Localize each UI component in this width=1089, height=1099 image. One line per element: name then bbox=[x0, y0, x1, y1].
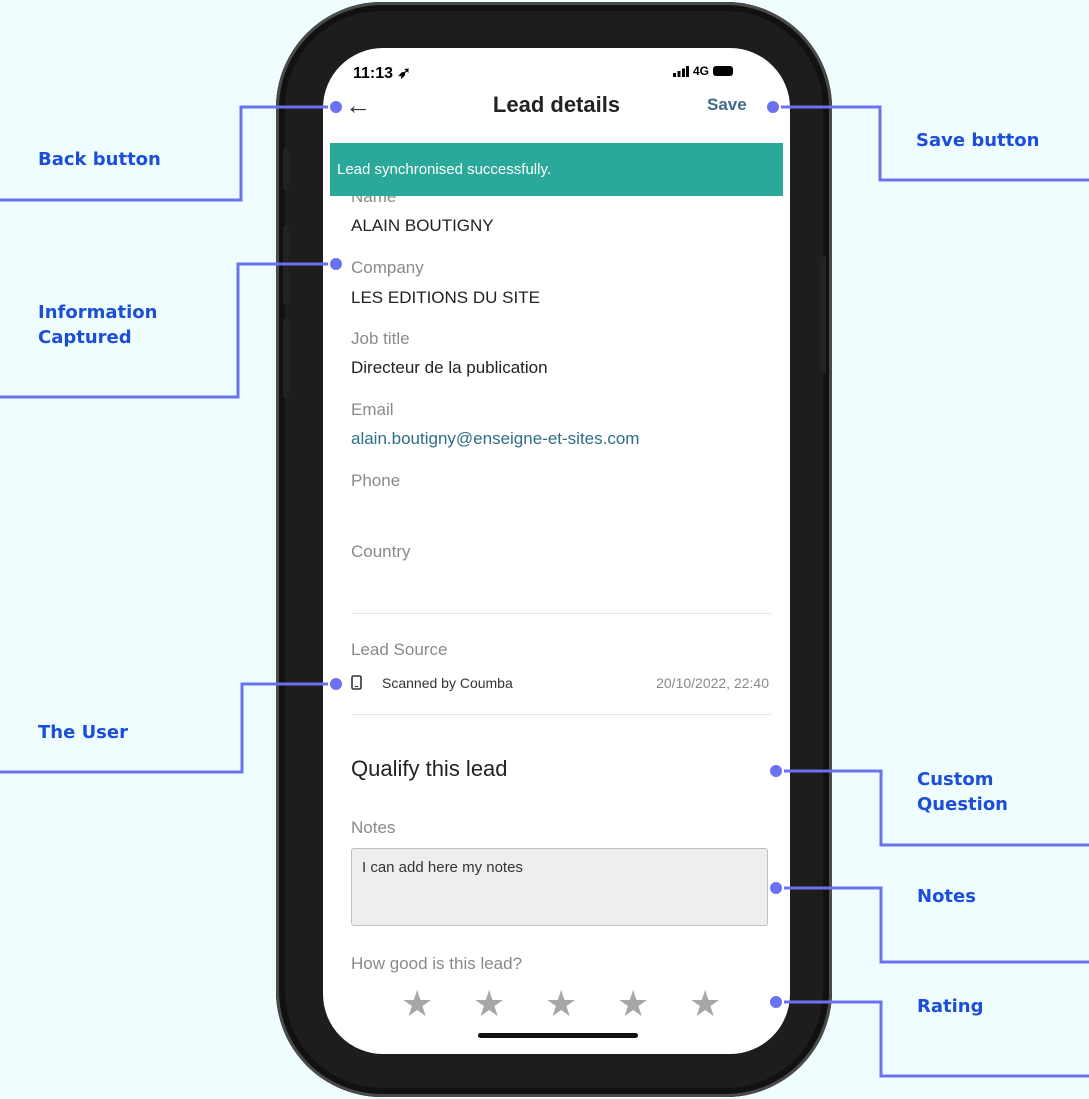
status-time: 11:13 ➶ bbox=[353, 65, 411, 82]
notes-label: Notes bbox=[351, 818, 396, 837]
field-country-label: Country bbox=[351, 542, 411, 561]
callout-save-button: Save button bbox=[916, 130, 1040, 151]
phone-side-button bbox=[283, 148, 289, 190]
field-company-label: Company bbox=[351, 258, 424, 277]
battery-icon bbox=[713, 66, 734, 76]
field-company-value: LES EDITIONS DU SITE bbox=[351, 288, 540, 307]
home-indicator bbox=[478, 1033, 638, 1038]
scanned-by-user: Scanned by Coumba bbox=[382, 675, 513, 691]
lead-source-timestamp: 20/10/2022, 22:40 bbox=[656, 675, 769, 691]
divider bbox=[351, 714, 771, 715]
callout-back-button: Back button bbox=[38, 149, 161, 170]
qualify-heading: Qualify this lead bbox=[351, 756, 508, 781]
field-email-label: Email bbox=[351, 400, 394, 419]
signal-icon bbox=[673, 65, 689, 77]
callout-notes: Notes bbox=[917, 886, 976, 907]
status-indicators: 4G bbox=[673, 64, 734, 78]
save-button[interactable]: Save bbox=[707, 95, 747, 115]
lead-source-label: Lead Source bbox=[351, 640, 448, 659]
star-icon[interactable]: ★ bbox=[473, 986, 505, 1022]
notes-textarea[interactable]: I can add here my notes bbox=[351, 848, 768, 926]
callout-the-user: The User bbox=[38, 722, 128, 743]
field-phone-label: Phone bbox=[351, 471, 401, 490]
sync-success-banner: Lead synchronised successfully. bbox=[330, 143, 783, 196]
callout-rating: Rating bbox=[917, 996, 984, 1017]
rating-label: How good is this lead? bbox=[351, 954, 523, 973]
phone-screen: 11:13 ➶ 4G ← Lead details Save Name Lead… bbox=[323, 48, 790, 1054]
network-label: 4G bbox=[693, 64, 710, 78]
phone-side-button bbox=[283, 225, 289, 305]
phone-side-button bbox=[820, 255, 826, 375]
phone-side-button bbox=[283, 318, 289, 398]
callout-custom-question: Custom Question bbox=[917, 769, 1008, 815]
star-icon[interactable]: ★ bbox=[401, 986, 433, 1022]
star-icon[interactable]: ★ bbox=[545, 986, 577, 1022]
star-icon[interactable]: ★ bbox=[617, 986, 649, 1022]
divider bbox=[351, 613, 771, 614]
field-job-title-label: Job title bbox=[351, 329, 410, 348]
field-email-value[interactable]: alain.boutigny@enseigne-et-sites.com bbox=[351, 429, 639, 449]
mobile-phone-icon bbox=[351, 675, 362, 690]
field-name-value: ALAIN BOUTIGNY bbox=[351, 216, 494, 235]
callout-information-captured: Information Captured bbox=[38, 302, 158, 348]
star-icon[interactable]: ★ bbox=[689, 986, 721, 1022]
field-job-title-value: Directeur de la publication bbox=[351, 358, 548, 377]
